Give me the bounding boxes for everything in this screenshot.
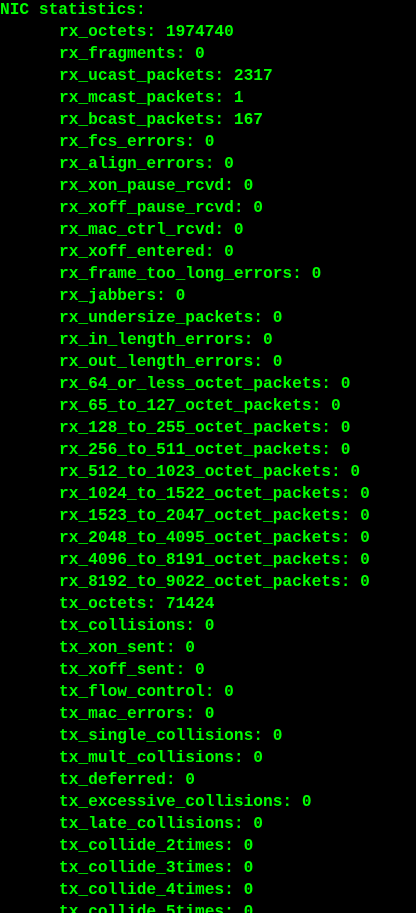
stat-line: rx_8192_to_9022_octet_packets: 0 bbox=[59, 573, 370, 591]
stat-line: rx_fragments: 0 bbox=[59, 45, 205, 63]
stat-line: rx_4096_to_8191_octet_packets: 0 bbox=[59, 551, 370, 569]
stat-line: tx_collide_4times: 0 bbox=[59, 881, 254, 899]
stat-line: rx_512_to_1023_octet_packets: 0 bbox=[59, 463, 361, 481]
stat-line: rx_xoff_pause_rcvd: 0 bbox=[59, 199, 263, 217]
stat-line: tx_single_collisions: 0 bbox=[59, 727, 283, 745]
stat-line: tx_deferred: 0 bbox=[59, 771, 195, 789]
stat-line: rx_fcs_errors: 0 bbox=[59, 133, 215, 151]
stat-line: rx_256_to_511_octet_packets: 0 bbox=[59, 441, 351, 459]
stat-line: rx_jabbers: 0 bbox=[59, 287, 186, 305]
stat-line: rx_octets: 1974740 bbox=[59, 23, 234, 41]
stat-line: tx_collide_5times: 0 bbox=[59, 903, 254, 913]
stat-line: rx_out_length_errors: 0 bbox=[59, 353, 283, 371]
stat-line: rx_128_to_255_octet_packets: 0 bbox=[59, 419, 351, 437]
stat-line: tx_flow_control: 0 bbox=[59, 683, 234, 701]
terminal-window[interactable]: NIC statistics: rx_octets: 1974740 rx_fra… bbox=[0, 0, 416, 913]
stat-line: tx_mac_errors: 0 bbox=[59, 705, 215, 723]
stat-line: rx_65_to_127_octet_packets: 0 bbox=[59, 397, 341, 415]
stat-line: rx_undersize_packets: 0 bbox=[59, 309, 283, 327]
stat-line: tx_octets: 71424 bbox=[59, 595, 215, 613]
stat-line: tx_xon_sent: 0 bbox=[59, 639, 195, 657]
stat-line: rx_in_length_errors: 0 bbox=[59, 331, 273, 349]
stat-line: tx_collide_2times: 0 bbox=[59, 837, 254, 855]
stat-line: tx_collisions: 0 bbox=[59, 617, 215, 635]
stat-line: rx_xoff_entered: 0 bbox=[59, 243, 234, 261]
stat-line: rx_1523_to_2047_octet_packets: 0 bbox=[59, 507, 370, 525]
stat-line: tx_excessive_collisions: 0 bbox=[59, 793, 312, 811]
output-header: NIC statistics: bbox=[0, 1, 146, 19]
stat-line: rx_mac_ctrl_rcvd: 0 bbox=[59, 221, 244, 239]
stat-line: rx_align_errors: 0 bbox=[59, 155, 234, 173]
stat-line: rx_bcast_packets: 167 bbox=[59, 111, 263, 129]
stat-line: rx_ucast_packets: 2317 bbox=[59, 67, 273, 85]
stat-line: rx_frame_too_long_errors: 0 bbox=[59, 265, 322, 283]
stat-line: tx_collide_3times: 0 bbox=[59, 859, 254, 877]
stat-line: rx_1024_to_1522_octet_packets: 0 bbox=[59, 485, 370, 503]
stat-line: rx_64_or_less_octet_packets: 0 bbox=[59, 375, 351, 393]
stat-line: tx_xoff_sent: 0 bbox=[59, 661, 205, 679]
stat-line: rx_mcast_packets: 1 bbox=[59, 89, 244, 107]
stat-line: tx_mult_collisions: 0 bbox=[59, 749, 263, 767]
stat-line: tx_late_collisions: 0 bbox=[59, 815, 263, 833]
stat-line: rx_xon_pause_rcvd: 0 bbox=[59, 177, 254, 195]
stat-line: rx_2048_to_4095_octet_packets: 0 bbox=[59, 529, 370, 547]
